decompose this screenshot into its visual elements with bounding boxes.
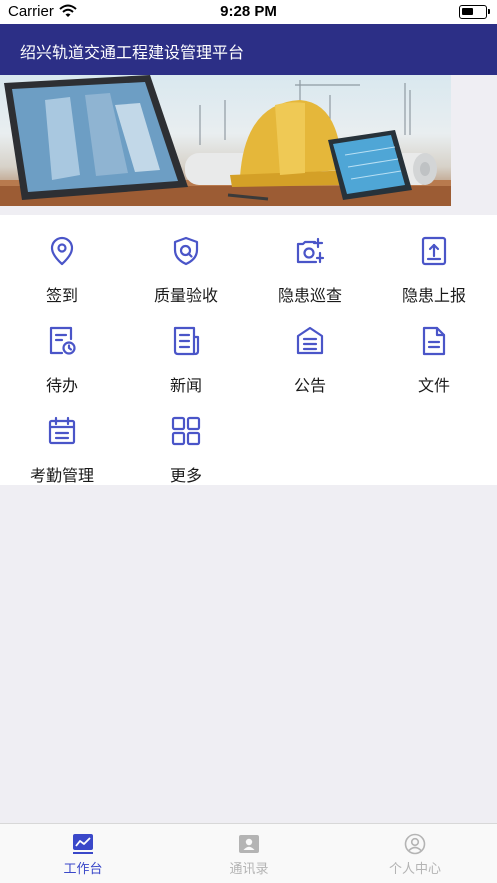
grid-label: 签到 [45, 288, 78, 305]
tab-profile[interactable]: 个人中心 [332, 824, 497, 883]
banner-image[interactable] [0, 75, 451, 206]
page-title: 绍兴轨道交通工程建设管理平台 [20, 45, 245, 62]
user-profile-icon [404, 833, 426, 855]
camera-add-icon [294, 235, 326, 267]
calendar-icon [46, 415, 78, 447]
grid-item-todo[interactable]: 待办 [0, 305, 124, 395]
grid-label: 公告 [293, 378, 326, 395]
grid-item-checkin[interactable]: 签到 [0, 215, 124, 305]
todo-clock-icon [46, 325, 78, 357]
grid-item-files[interactable]: 文件 [372, 305, 496, 395]
shield-check-icon [170, 235, 202, 267]
location-pin-icon [46, 235, 78, 267]
tab-contacts[interactable]: 通讯录 [166, 824, 332, 883]
grid-item-attendance[interactable]: 考勤管理 [0, 395, 124, 485]
contacts-icon [238, 833, 260, 855]
grid-label: 隐患巡查 [277, 288, 342, 305]
tab-label: 工作台 [63, 861, 103, 876]
status-time: 9:28 PM [220, 3, 277, 20]
battery-cap [488, 9, 490, 14]
more-grid-icon [170, 415, 202, 447]
grid-item-quality-acceptance[interactable]: 质量验收 [124, 215, 248, 305]
grid-label: 质量验收 [153, 288, 218, 305]
grid-label: 新闻 [169, 378, 202, 395]
tab-label: 个人中心 [388, 861, 441, 876]
announcement-icon [294, 325, 326, 357]
function-grid: 签到 质量验收 隐患巡查 隐患上报 待办 新闻 公告 文件 考勤管理 更多 [0, 215, 497, 485]
grid-item-more[interactable]: 更多 [124, 395, 248, 485]
tab-workbench[interactable]: 工作台 [0, 824, 166, 883]
grid-label: 隐患上报 [401, 288, 466, 305]
status-bar: Carrier 9:28 PM [0, 0, 497, 24]
chart-trend-icon [72, 833, 94, 855]
upload-document-icon [418, 235, 450, 267]
tab-bar: 工作台 通讯录 个人中心 [0, 823, 497, 883]
battery-icon [459, 5, 487, 19]
grid-label: 待办 [45, 378, 78, 395]
nav-bar: 绍兴轨道交通工程建设管理平台 [0, 24, 497, 75]
grid-label: 更多 [169, 468, 202, 485]
tab-label: 通讯录 [229, 861, 269, 876]
grid-item-hazard-report[interactable]: 隐患上报 [372, 215, 496, 305]
grid-item-hazard-inspection[interactable]: 隐患巡查 [248, 215, 372, 305]
grid-item-news[interactable]: 新闻 [124, 305, 248, 395]
file-icon [418, 325, 450, 357]
grid-label: 考勤管理 [29, 468, 94, 485]
grid-label: 文件 [417, 378, 450, 395]
news-icon [170, 325, 202, 357]
grid-item-announcement[interactable]: 公告 [248, 305, 372, 395]
